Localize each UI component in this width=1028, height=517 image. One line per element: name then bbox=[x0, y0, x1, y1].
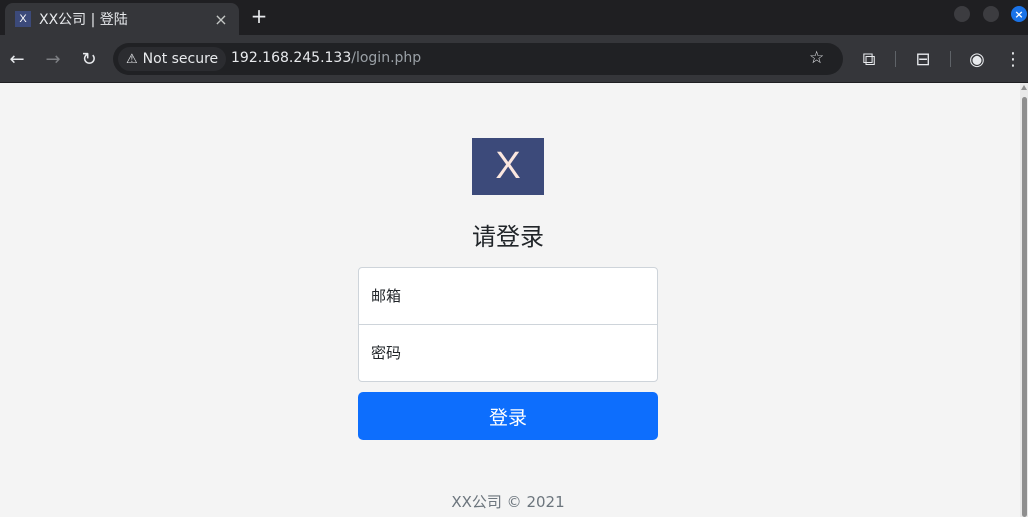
close-tab-icon[interactable]: × bbox=[211, 9, 231, 29]
reload-icon[interactable]: ↻ bbox=[77, 47, 101, 71]
security-chip[interactable]: ⚠ Not secure bbox=[118, 47, 227, 71]
scrollbar[interactable] bbox=[1020, 83, 1028, 517]
bookmark-star-icon[interactable]: ☆ bbox=[809, 48, 824, 68]
browser-tab[interactable]: X XX公司 | 登陆 × bbox=[5, 3, 239, 35]
maximize-window-button[interactable] bbox=[983, 6, 999, 22]
tab-search-icon[interactable]: ⊟ bbox=[911, 47, 935, 71]
email-field[interactable] bbox=[358, 267, 658, 325]
forward-arrow-icon[interactable]: → bbox=[41, 47, 65, 71]
extensions-icon[interactable]: ⧉ bbox=[857, 47, 881, 71]
password-field[interactable] bbox=[358, 324, 658, 382]
footer-copyright: XX公司 © 2021 bbox=[451, 493, 565, 511]
scroll-up-arrow-icon[interactable] bbox=[1021, 85, 1027, 90]
security-label: Not secure bbox=[142, 51, 219, 67]
browser-toolbar: ← → ↻ ⚠ Not secure 192.168.245.133/login… bbox=[0, 35, 1028, 83]
toolbar-divider bbox=[950, 51, 951, 67]
back-arrow-icon[interactable]: ← bbox=[5, 47, 29, 71]
scrollbar-thumb[interactable] bbox=[1022, 97, 1027, 517]
url-text[interactable]: 192.168.245.133/login.php bbox=[231, 50, 421, 66]
toolbar-divider bbox=[895, 51, 896, 67]
new-tab-icon[interactable]: + bbox=[248, 4, 270, 28]
favicon-icon: X bbox=[15, 11, 31, 27]
address-bar[interactable]: ⚠ Not secure 192.168.245.133/login.php ☆ bbox=[113, 43, 843, 75]
close-window-icon[interactable]: × bbox=[1011, 6, 1027, 22]
url-path: /login.php bbox=[351, 50, 422, 66]
tab-title: XX公司 | 登陆 bbox=[39, 12, 128, 28]
tab-strip: X XX公司 | 登陆 × + × bbox=[0, 0, 1028, 35]
warning-icon: ⚠ bbox=[126, 51, 138, 67]
profile-icon[interactable]: ◉ bbox=[965, 47, 989, 71]
company-logo: X bbox=[472, 138, 544, 195]
url-host: 192.168.245.133 bbox=[231, 50, 352, 66]
page-content: X 请登录 登录 XX公司 © 2021 bbox=[0, 83, 1020, 517]
menu-dots-icon[interactable]: ⋮ bbox=[1001, 47, 1025, 71]
login-form bbox=[358, 267, 658, 382]
page-title: 请登录 bbox=[472, 223, 544, 251]
login-button[interactable]: 登录 bbox=[358, 392, 658, 440]
minimize-window-button[interactable] bbox=[954, 6, 970, 22]
